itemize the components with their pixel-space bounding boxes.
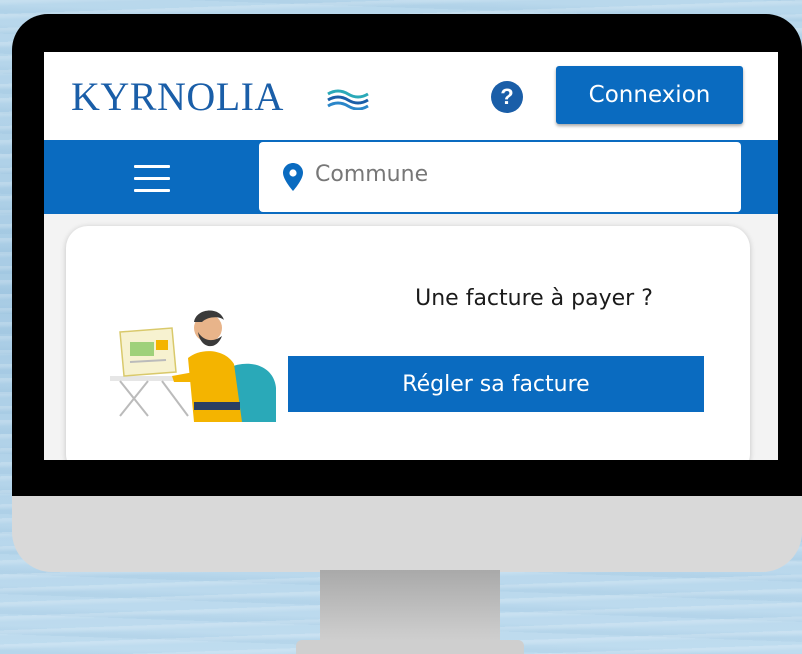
hamburger-menu-icon[interactable] [134, 165, 170, 193]
logo-text: KYRNOLIA [71, 74, 284, 119]
site-header: KYRNOLIA ? Connexion [44, 52, 778, 140]
question-circle-icon[interactable]: ? [491, 81, 523, 113]
location-pin-icon [283, 163, 303, 191]
kyrnolia-logo[interactable]: KYRNOLIA [71, 74, 284, 120]
connexion-label: Connexion [588, 82, 711, 108]
monitor-screen: KYRNOLIA ? Connexion Commune Une facture… [44, 52, 778, 460]
main-content: Une facture à payer ? Régler sa facture [44, 214, 778, 460]
search-placeholder: Commune [315, 162, 429, 187]
invoice-card: Une facture à payer ? Régler sa facture [66, 226, 750, 460]
pay-invoice-label: Régler sa facture [402, 371, 590, 397]
monitor-chin [12, 496, 802, 572]
person-at-laptop-illustration [110, 310, 276, 422]
pay-invoice-button[interactable]: Régler sa facture [288, 356, 704, 412]
commune-search-input[interactable]: Commune [259, 142, 741, 212]
invoice-question-title: Une facture à payer ? [415, 286, 653, 311]
logo-waves-icon [327, 89, 369, 110]
connexion-button[interactable]: Connexion [556, 66, 743, 124]
help-glyph: ? [500, 84, 514, 109]
nav-bar: Commune [44, 140, 778, 214]
monitor-stand-base [296, 640, 524, 654]
